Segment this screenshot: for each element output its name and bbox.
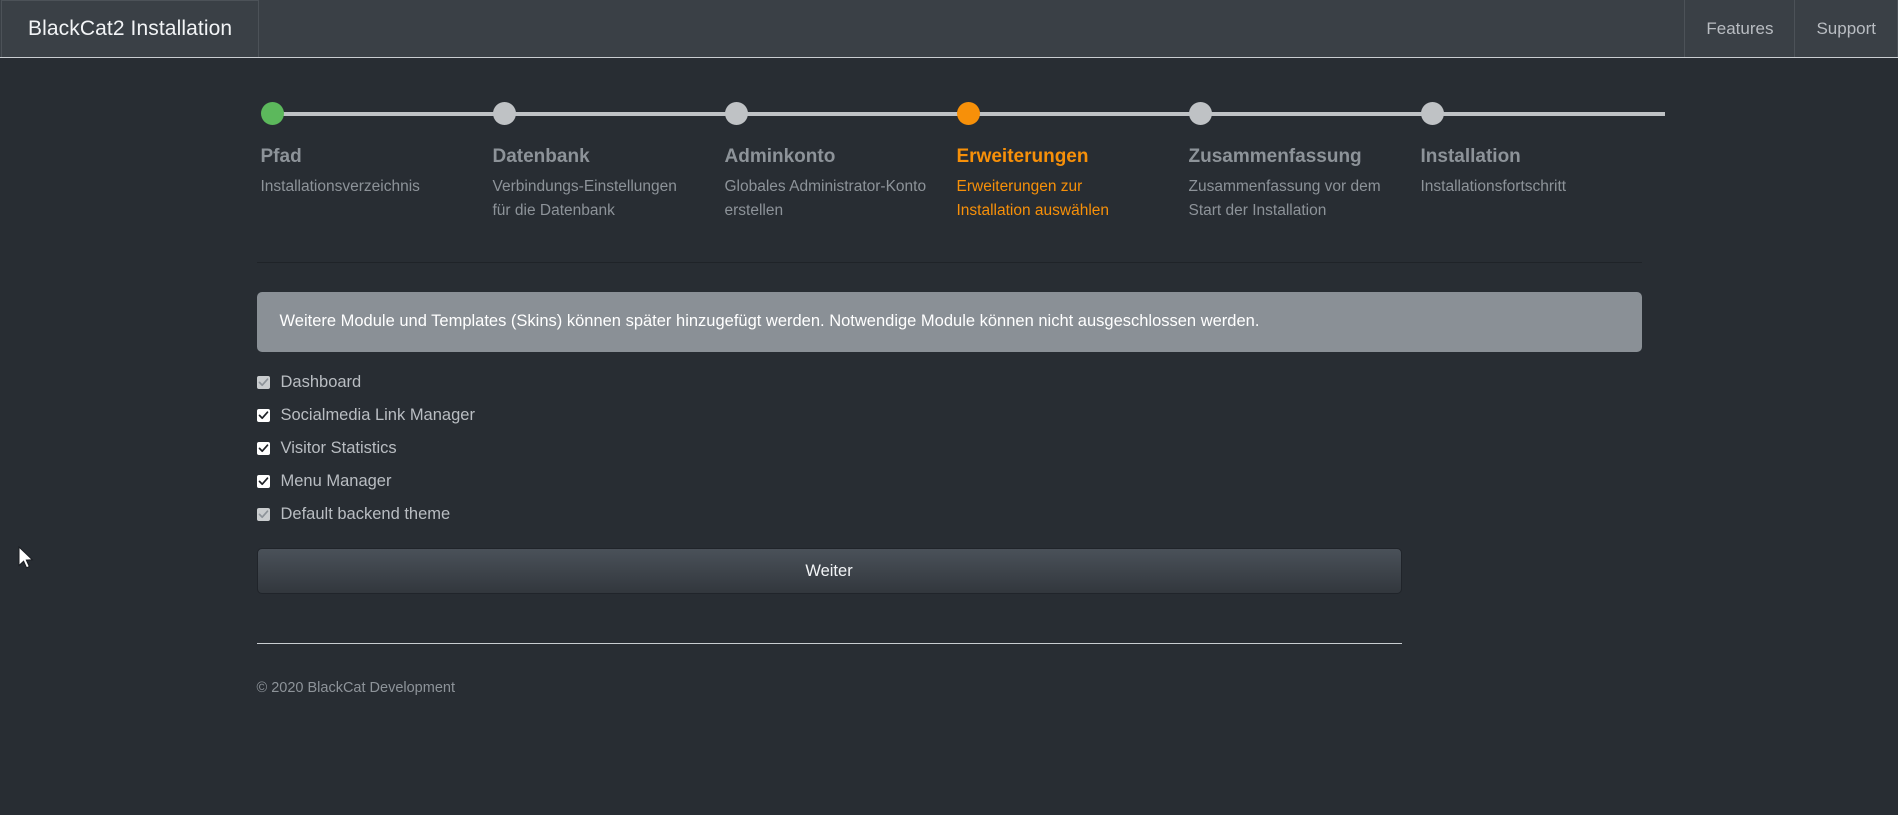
module-checkbox-list: Dashboard Socialmedia Link Manager Visit… <box>256 371 1642 526</box>
step-pfad[interactable]: Pfad Installationsverzeichnis <box>260 102 505 222</box>
installation-stepper: Pfad Installationsverzeichnis Datenbank … <box>260 102 1665 222</box>
page-container: Pfad Installationsverzeichnis Datenbank … <box>256 58 1665 696</box>
step-dot-zusammenfassung[interactable] <box>1188 102 1212 125</box>
nav-item-features[interactable]: Features <box>1684 0 1794 57</box>
step-desc-pfad: Installationsverzeichnis <box>260 178 420 196</box>
checkbox-dashboard <box>256 375 270 389</box>
step-connector-line <box>968 112 1201 116</box>
step-adminkonto[interactable]: Adminkonto Globales Administrator-Konto … <box>724 102 969 222</box>
header-nav: Features Support <box>1684 0 1898 57</box>
step-dot-datenbank[interactable] <box>492 102 516 125</box>
step-zusammenfassung[interactable]: Zusammenfassung Zusammenfassung vor dem … <box>1188 102 1433 222</box>
stepper-divider <box>256 262 1642 264</box>
module-label: Socialmedia Link Manager <box>280 405 475 424</box>
step-body-erweiterungen: Erweiterungen Erweiterungen zur Installa… <box>957 125 1189 222</box>
step-desc-adminkonto: Globales Administrator-Konto erstellen <box>724 178 927 219</box>
list-item[interactable]: Visitor Statistics <box>256 437 1642 460</box>
copyright-text: © 2020 BlackCat Development <box>256 679 455 696</box>
step-desc-installation: Installationsfortschritt <box>1420 178 1567 196</box>
step-connector-line <box>504 112 737 116</box>
step-dot-erweiterungen[interactable] <box>956 102 980 125</box>
step-dot-adminkonto[interactable] <box>724 102 748 125</box>
checkmark-icon <box>258 476 268 485</box>
step-installation[interactable]: Installation Installationsfortschritt <box>1420 102 1665 222</box>
step-datenbank[interactable]: Datenbank Verbindungs-Einstellungen für … <box>492 102 737 222</box>
module-label: Visitor Statistics <box>280 438 397 457</box>
step-title-datenbank: Datenbank <box>492 146 590 167</box>
step-title-zusammenfassung: Zusammenfassung <box>1188 146 1362 167</box>
step-title-adminkonto: Adminkonto <box>724 146 836 167</box>
step-body-datenbank: Datenbank Verbindungs-Einstellungen für … <box>493 125 725 222</box>
step-body-installation: Installation Installationsfortschritt <box>1421 125 1653 199</box>
list-item[interactable]: Socialmedia Link Manager <box>256 404 1642 427</box>
module-label: Dashboard <box>280 372 362 391</box>
list-item[interactable]: Default backend theme <box>256 503 1642 526</box>
checkmark-icon <box>258 443 268 452</box>
step-dot-installation[interactable] <box>1420 102 1444 125</box>
module-label: Default backend theme <box>280 504 451 523</box>
step-desc-datenbank: Verbindungs-Einstellungen für die Datenb… <box>492 178 677 219</box>
checkbox-visitor-statistics[interactable] <box>256 441 270 455</box>
step-connector-line <box>736 112 969 116</box>
step-desc-erweiterungen: Erweiterungen zur Installation auswählen <box>956 178 1110 219</box>
list-item[interactable]: Dashboard <box>256 371 1642 394</box>
step-desc-zusammenfassung: Zusammenfassung vor dem Start der Instal… <box>1188 178 1381 219</box>
brand-container[interactable]: BlackCat2 Installation <box>1 0 260 57</box>
step-body-zusammenfassung: Zusammenfassung Zusammenfassung vor dem … <box>1189 125 1421 222</box>
checkmark-icon <box>258 377 268 386</box>
step-dot-pfad[interactable] <box>260 102 284 125</box>
next-button[interactable]: Weiter <box>256 547 1402 594</box>
checkmark-icon <box>258 509 268 518</box>
nav-item-support[interactable]: Support <box>1794 0 1898 57</box>
app-title: BlackCat2 Installation <box>28 17 233 40</box>
step-title-installation: Installation <box>1420 146 1521 167</box>
checkmark-icon <box>258 410 268 419</box>
footer-divider <box>256 642 1402 644</box>
checkbox-socialmedia-link-manager[interactable] <box>256 408 270 422</box>
info-banner-text: Weitere Module und Templates (Skins) kön… <box>279 312 1260 331</box>
checkbox-default-backend-theme <box>256 507 270 521</box>
list-item[interactable]: Menu Manager <box>256 470 1642 493</box>
step-connector-line <box>1200 112 1433 116</box>
checkbox-menu-manager[interactable] <box>256 474 270 488</box>
info-banner: Weitere Module und Templates (Skins) kön… <box>256 292 1642 352</box>
step-connector-line <box>1432 112 1665 116</box>
module-label: Menu Manager <box>280 471 392 490</box>
step-erweiterungen[interactable]: Erweiterungen Erweiterungen zur Installa… <box>956 102 1201 222</box>
step-title-erweiterungen: Erweiterungen <box>956 146 1089 167</box>
mouse-cursor-icon <box>18 545 34 569</box>
step-body-adminkonto: Adminkonto Globales Administrator-Konto … <box>725 125 957 222</box>
step-title-pfad: Pfad <box>260 146 302 167</box>
step-connector-line <box>272 112 505 116</box>
step-body-pfad: Pfad Installationsverzeichnis <box>261 125 493 199</box>
app-header: BlackCat2 Installation Features Support <box>0 0 1898 58</box>
